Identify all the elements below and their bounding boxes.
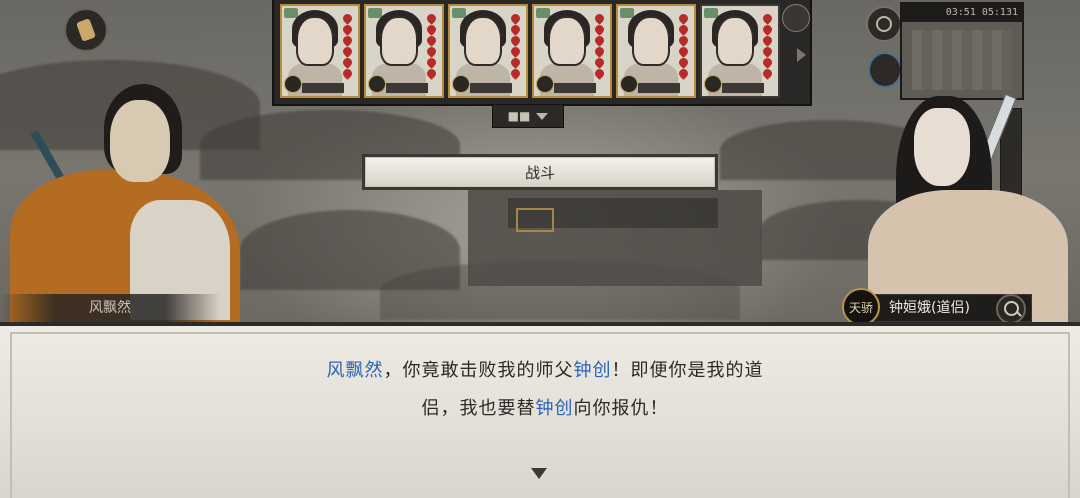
chevron-down-icon — [536, 112, 549, 120]
card-seal-icon — [536, 75, 554, 93]
heart-icon — [593, 12, 606, 25]
heart-icon — [677, 56, 690, 69]
portrait-face — [380, 16, 418, 66]
card-seal-icon — [284, 75, 302, 93]
dialog-text-segment: ，你竟敢击败我的师父 — [383, 360, 574, 381]
card-nametag — [722, 83, 764, 93]
heart-icon — [341, 56, 354, 69]
dialog-highlight-name: 钟创 — [535, 398, 574, 419]
heart-icon — [425, 56, 438, 69]
affection-hearts — [593, 12, 607, 80]
card-nametag — [386, 83, 428, 93]
heart-icon — [509, 34, 522, 47]
heart-icon — [341, 34, 354, 47]
affection-hearts — [677, 12, 691, 80]
card-nametag — [554, 83, 596, 93]
dialog-text-segment: 侣，我也要替 — [421, 398, 536, 419]
heart-icon — [761, 12, 774, 25]
party-member-button[interactable] — [782, 4, 810, 32]
heart-icon — [677, 34, 690, 47]
dialog-line-1: 风飘然，你竟敢击败我的师父钟创！即便你是我的道 — [290, 352, 800, 390]
heart-icon — [677, 67, 690, 80]
card-nametag — [470, 83, 512, 93]
minimap-clock: 03:51 05:131 — [902, 4, 1022, 22]
heart-icon — [509, 67, 522, 80]
heart-icon — [509, 23, 522, 36]
heart-icon — [761, 45, 774, 58]
portrait-face — [296, 16, 334, 66]
heart-icon — [677, 12, 690, 25]
dialog-text: 风飘然，你竟敢击败我的师父钟创！即便你是我的道 侣，我也要替钟创向你报仇！ — [290, 352, 800, 428]
card-seal-icon — [452, 75, 470, 93]
card-nametag — [638, 83, 680, 93]
card-seal-icon — [620, 75, 638, 93]
heart-icon — [425, 34, 438, 47]
heart-icon — [425, 23, 438, 36]
portrait-face — [464, 16, 502, 66]
fortress-building — [468, 190, 762, 286]
next-dialog-arrow-icon[interactable] — [531, 468, 547, 479]
dialog-highlight-name: 钟创 — [573, 360, 612, 381]
card-nametag — [302, 83, 344, 93]
heart-icon — [341, 23, 354, 36]
roster-card[interactable] — [532, 4, 612, 98]
roster-card[interactable] — [448, 4, 528, 98]
roster-card[interactable] — [700, 4, 780, 98]
heart-icon — [509, 12, 522, 25]
scroll-icon — [76, 18, 96, 42]
heart-icon — [677, 45, 690, 58]
heart-icon — [761, 56, 774, 69]
heart-icon — [761, 67, 774, 80]
heart-icon — [593, 34, 606, 47]
affection-hearts — [509, 12, 523, 80]
roster-collapse-label: ■■ — [507, 109, 531, 123]
heart-icon — [593, 67, 606, 80]
portrait-face — [632, 16, 670, 66]
speaker-left-name: 风飘然 — [0, 294, 220, 322]
rank-seal-badge: 天骄 — [842, 288, 880, 326]
roster-card[interactable] — [616, 4, 696, 98]
battle-button[interactable]: 战斗 — [362, 154, 718, 190]
roster-card[interactable] — [364, 4, 444, 98]
portrait-face — [548, 16, 586, 66]
heart-icon — [761, 34, 774, 47]
portrait-face — [716, 16, 754, 66]
dialog-line-2: 侣，我也要替钟创向你报仇！ — [290, 390, 800, 428]
minimap-grid — [912, 30, 1012, 90]
affection-hearts — [341, 12, 355, 80]
dialog-text-segment: 向你报仇！ — [573, 398, 669, 419]
heart-icon — [425, 12, 438, 25]
roster-next-arrow-icon[interactable] — [797, 48, 806, 62]
affection-hearts — [761, 12, 775, 80]
minimap[interactable]: 03:51 05:131 — [900, 2, 1024, 100]
roster-card[interactable] — [280, 4, 360, 98]
heart-icon — [509, 56, 522, 69]
heart-icon — [677, 23, 690, 36]
magnify-search-icon[interactable] — [996, 294, 1026, 324]
card-seal-icon — [704, 75, 722, 93]
heart-icon — [425, 67, 438, 80]
dialog-highlight-name: 风飘然 — [326, 360, 384, 381]
heart-icon — [341, 67, 354, 80]
heart-icon — [509, 45, 522, 58]
face — [110, 100, 170, 182]
roster-collapse-button[interactable]: ■■ — [492, 104, 564, 128]
heart-icon — [761, 23, 774, 36]
card-seal-icon — [368, 75, 386, 93]
face — [914, 108, 970, 186]
journal-book-icon[interactable] — [868, 52, 902, 88]
party-roster — [272, 0, 812, 106]
scroll-menu-button[interactable] — [64, 8, 108, 52]
heart-icon — [593, 23, 606, 36]
affection-hearts — [425, 12, 439, 80]
fortress-gate — [516, 208, 554, 232]
heart-icon — [425, 45, 438, 58]
dialog-text-segment: ！即便你是我的道 — [611, 360, 764, 381]
heart-icon — [341, 45, 354, 58]
heart-icon — [341, 12, 354, 25]
heart-icon — [593, 56, 606, 69]
heart-icon — [593, 45, 606, 58]
settings-gear-icon[interactable] — [866, 6, 902, 42]
